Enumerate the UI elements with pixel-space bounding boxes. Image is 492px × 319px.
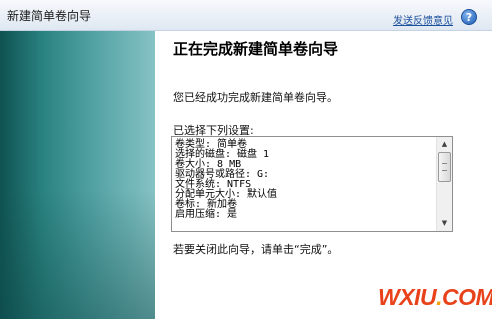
wizard-side-banner xyxy=(0,31,155,319)
title-bar[interactable]: 新建简单卷向导 发送反馈意见 ? xyxy=(0,0,492,31)
watermark-text-2: COM xyxy=(441,284,492,310)
settings-summary-list: 卷类型: 简单卷 选择的磁盘: 磁盘 1 卷大小: 8 MB 驱动器号或路径: … xyxy=(175,140,435,220)
window-title: 新建简单卷向导 xyxy=(7,9,92,23)
wizard-window: 新建简单卷向导 发送反馈意见 ? 正在完成新建简单卷向导 您已经成功完成新建简单… xyxy=(0,0,492,319)
watermark-text-1: WXIU xyxy=(378,284,437,310)
scroll-up-arrow-icon[interactable]: ▲ xyxy=(438,138,451,151)
site-watermark-logo: WXIU.COM xyxy=(378,284,492,311)
close-instruction: 若要关闭此向导，请单击“完成”。 xyxy=(173,243,339,256)
help-icon[interactable]: ? xyxy=(461,9,477,25)
send-feedback-link[interactable]: 发送反馈意见 xyxy=(393,12,453,27)
success-message: 您已经成功完成新建简单卷向导。 xyxy=(173,91,338,104)
summary-line: 启用压缩: 是 xyxy=(175,209,238,220)
thumb-grip-icon xyxy=(442,163,447,171)
scroll-down-arrow-icon[interactable]: ▼ xyxy=(438,217,451,230)
scroll-thumb[interactable] xyxy=(438,152,451,182)
summary-scrollbar[interactable]: ▲ ▼ xyxy=(436,137,452,231)
page-title: 正在完成新建简单卷向导 xyxy=(173,40,339,58)
settings-summary-box[interactable]: 卷类型: 简单卷 选择的磁盘: 磁盘 1 卷大小: 8 MB 驱动器号或路径: … xyxy=(171,136,453,232)
